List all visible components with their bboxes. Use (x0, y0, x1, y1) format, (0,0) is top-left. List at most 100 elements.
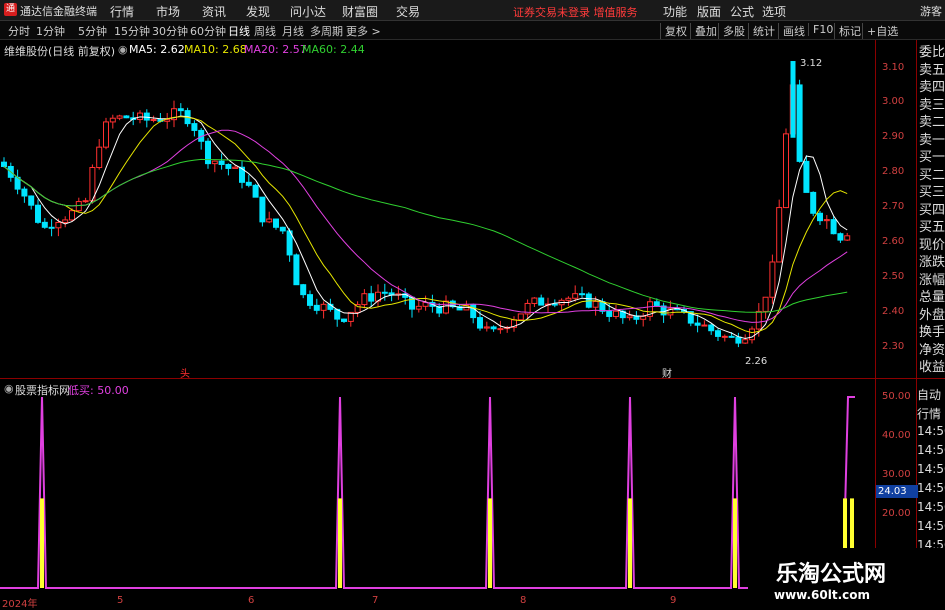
date-tick: 5 (117, 595, 124, 606)
menu-item-layout[interactable]: 版面 (697, 3, 721, 20)
candle-body (368, 293, 375, 302)
period-monthly[interactable]: 月线 (282, 23, 304, 39)
candle-body (35, 204, 41, 223)
app-logo-icon: 通 (4, 3, 17, 16)
menu-item-news[interactable]: 资讯 (202, 3, 226, 20)
tool-f10[interactable]: F10 (808, 23, 833, 36)
candle-body (755, 310, 762, 330)
candle-body (62, 219, 69, 223)
signal-bar (733, 498, 737, 588)
candle-body (69, 210, 75, 221)
candle-body (701, 324, 708, 327)
period-60min[interactable]: 60分钟 (190, 23, 226, 39)
side-panel-item: 卖一 (919, 132, 945, 148)
tick-time: 14:50 (917, 519, 945, 533)
period-weekly[interactable]: 周线 (254, 23, 276, 39)
kline-chart[interactable] (0, 40, 875, 378)
sub-tick: 20.00 (882, 508, 911, 519)
menu-item-function[interactable]: 功能 (663, 3, 687, 20)
candle-body (381, 291, 388, 294)
menu-item-wealth[interactable]: 财富圈 (342, 3, 378, 20)
candle-body (483, 326, 490, 329)
tick-time: 14:50 (917, 462, 945, 476)
candle-body (551, 303, 558, 306)
candle-body (844, 235, 851, 241)
menu-item-trade[interactable]: 交易 (396, 3, 420, 20)
candle-body (640, 315, 647, 320)
candle-body (803, 160, 810, 193)
side-panel-item: 卖四 (919, 80, 945, 95)
tool-mark[interactable]: 标记 (834, 23, 861, 39)
side-panel-item: 净资 (919, 342, 945, 358)
candle-body (313, 304, 320, 311)
tick-time: 14:50 (917, 500, 945, 514)
side-panel-item: 外盘 (919, 307, 945, 323)
candle-body (341, 318, 347, 322)
candle-body (273, 218, 279, 228)
user-guest[interactable]: 游客 (920, 3, 942, 19)
menu-item-formula[interactable]: 公式 (730, 3, 754, 20)
event-marker[interactable]: 财 (662, 365, 672, 380)
watermark-url: www.60lt.com (774, 588, 871, 602)
watermark-title: 乐淘公式网 (776, 562, 887, 587)
sub-tick: 50.00 (882, 391, 911, 402)
candle-body (728, 335, 735, 338)
candle-body (517, 313, 524, 321)
menu-item-market[interactable]: 市场 (156, 3, 180, 20)
price-tick: 2.70 (882, 201, 905, 212)
menu-item-options[interactable]: 选项 (762, 3, 786, 20)
period-30min[interactable]: 30分钟 (152, 23, 188, 39)
tick-time: 14:50 (917, 424, 945, 438)
candle-body (55, 221, 62, 229)
period-daily[interactable]: 日线 (228, 23, 250, 39)
tool-multi-stock[interactable]: 多股 (718, 23, 745, 39)
tool-overlay[interactable]: 叠加 (690, 23, 717, 39)
sub-tick: 40.00 (882, 430, 911, 441)
tick-time: 14:50 (917, 443, 945, 457)
tool-draw[interactable]: 画线 (778, 23, 805, 39)
side-panel-item: 现价 (919, 237, 945, 253)
period-tick[interactable]: 分时 (8, 23, 30, 39)
candle-body (572, 293, 579, 299)
candle-body (715, 330, 721, 337)
candle-body (477, 317, 483, 329)
date-tick: 7 (372, 595, 379, 606)
candle-body (116, 115, 123, 119)
candle-body (300, 284, 307, 296)
menu-item-discover[interactable]: 发现 (246, 3, 270, 20)
signal-bar (40, 498, 44, 588)
tool-adjust[interactable]: 复权 (660, 23, 687, 39)
login-warning[interactable]: 证券交易未登录 增值服务 (513, 4, 638, 20)
tool-stats[interactable]: 统计 (748, 23, 775, 39)
candle-body (103, 121, 109, 148)
candle-body (613, 310, 619, 317)
event-marker[interactable]: 头 (180, 365, 190, 380)
tool-add-watchlist[interactable]: +自选 (862, 23, 898, 39)
menu-item-quotes[interactable]: 行情 (110, 3, 134, 20)
candle-body (769, 261, 776, 298)
candle-body (96, 146, 103, 169)
price-tick: 3.10 (882, 62, 905, 73)
indicator-chart[interactable] (0, 382, 875, 592)
candle-body (626, 315, 633, 319)
candle-body (143, 112, 150, 121)
candle-body (259, 196, 266, 223)
side-panel-item: 换手 (919, 325, 945, 340)
side-panel-item: 涨跌 (919, 255, 945, 270)
date-tick: 6 (248, 595, 255, 606)
period-15min[interactable]: 15分钟 (114, 23, 150, 39)
candle-body (837, 233, 844, 241)
candle-body (211, 160, 218, 165)
period-multi[interactable]: 多周期 (310, 23, 343, 39)
candle-body (653, 301, 660, 307)
period-5min[interactable]: 5分钟 (78, 23, 107, 39)
period-more[interactable]: 更多 > (346, 23, 381, 39)
top-menu-bar: 通 通达信金融终端 行情 市场 资讯 发现 问小达 财富圈 交易 证券交易未登录… (0, 0, 945, 21)
panel-divider (0, 378, 945, 379)
period-1min[interactable]: 1分钟 (36, 23, 65, 39)
menu-item-ask[interactable]: 问小达 (290, 3, 326, 20)
price-tick: 2.90 (882, 131, 905, 142)
candle-body (293, 254, 300, 286)
indicator-line (0, 396, 855, 589)
tick-time: 行情 (917, 407, 942, 421)
